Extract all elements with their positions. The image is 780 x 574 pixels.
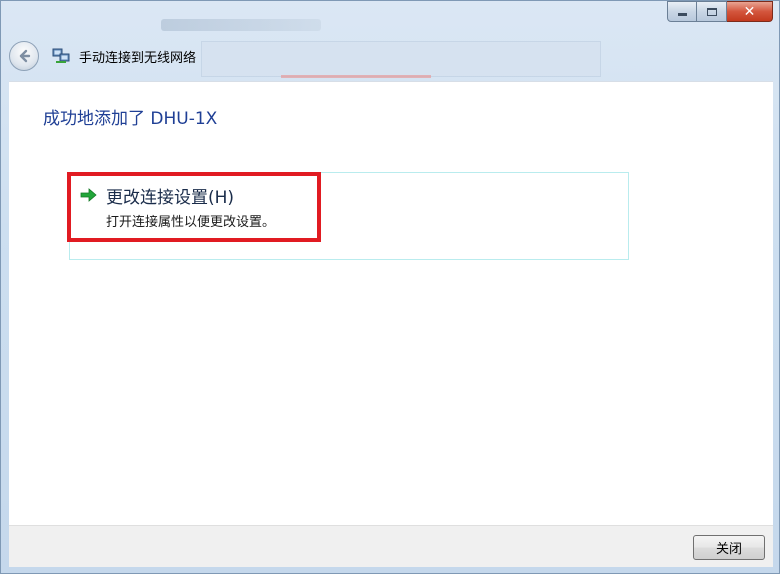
content-area: 成功地添加了 DHU-1X 更改连接设置(H) 打开连接属性以便更改设置。	[9, 81, 773, 525]
change-settings-description: 打开连接属性以便更改设置。	[106, 215, 276, 230]
change-settings-title: 更改连接设置(H)	[106, 188, 235, 208]
dialog-window: ✕ 手动连接到无线网络 成功地添加了 DHU-1X 更改连接设置(H) 打开连接…	[0, 0, 780, 574]
minimize-icon	[677, 13, 687, 16]
back-arrow-icon	[19, 49, 31, 63]
background-blur-panel	[201, 41, 601, 77]
close-button[interactable]: 关闭	[693, 535, 765, 560]
minimize-button[interactable]	[667, 1, 697, 22]
background-blur	[161, 19, 321, 31]
caption-buttons: ✕	[667, 1, 773, 23]
maximize-icon	[706, 7, 717, 16]
window-title: 手动连接到无线网络	[79, 51, 197, 66]
green-arrow-icon	[80, 188, 97, 202]
close-icon: ✕	[743, 3, 756, 20]
close-window-button[interactable]: ✕	[727, 1, 773, 22]
dialog-footer: 关闭	[9, 525, 773, 567]
back-button[interactable]	[9, 41, 39, 71]
success-message: 成功地添加了 DHU-1X	[43, 109, 218, 129]
network-icon	[52, 48, 70, 63]
change-settings-option[interactable]: 更改连接设置(H) 打开连接属性以便更改设置。	[69, 172, 629, 260]
maximize-button[interactable]	[697, 1, 727, 22]
background-blur-line	[281, 75, 431, 78]
